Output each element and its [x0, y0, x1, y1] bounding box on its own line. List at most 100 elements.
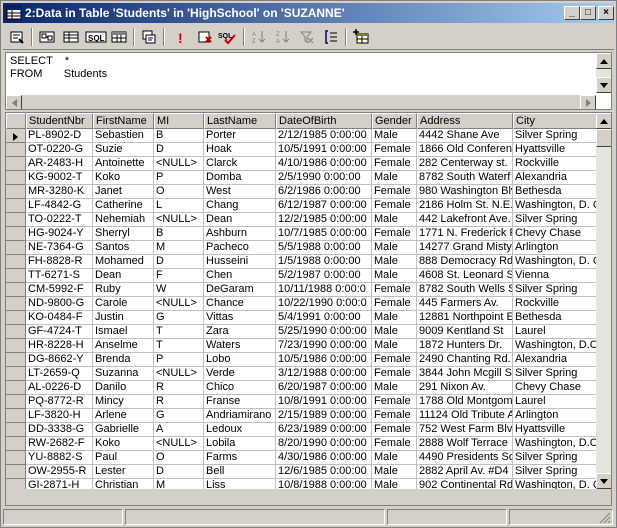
grid-cell-firstname[interactable]: Santos — [93, 241, 154, 255]
table-row[interactable]: OT-0220-G Suzie D Hoak 10/5/1991 0:00:00 Fema… — [6, 143, 597, 157]
grid-cell-gender[interactable]: Female — [372, 157, 417, 171]
grid-cell-firstname[interactable]: Mohamed — [93, 255, 154, 269]
grid-cell-city[interactable]: Rockville — [513, 157, 597, 171]
grid-cell-firstname[interactable]: Nehemiah — [93, 213, 154, 227]
grid-cell-address[interactable]: 14277 Grand Misty — [417, 241, 513, 255]
grid-cell-firstname[interactable]: Justin — [93, 311, 154, 325]
grid-cell-address[interactable]: 4442 Shane Ave — [417, 129, 513, 143]
grid-cell-studentnbr[interactable]: OW-2955-R — [26, 465, 93, 479]
properties-icon[interactable] — [7, 27, 27, 47]
grid-cell-lastname[interactable]: Lobila — [204, 437, 276, 451]
grid-cell-gender[interactable]: Male — [372, 213, 417, 227]
scroll-down-arrow-icon[interactable] — [596, 77, 611, 93]
grid-cell-studentnbr[interactable]: HG-9024-Y — [26, 227, 93, 241]
grid-cell-dateofbirth[interactable]: 12/2/1985 0:00:00 — [276, 213, 372, 227]
grid-cell-studentnbr[interactable]: ND-9800-G — [26, 297, 93, 311]
grid-cell-firstname[interactable]: Gabrielle — [93, 423, 154, 437]
grid-cell-city[interactable]: Silver Spring — [513, 283, 597, 297]
row-selector[interactable] — [6, 395, 26, 409]
sort-descending-icon[interactable]: ZA — [273, 27, 293, 47]
grid-cell-lastname[interactable]: Porter — [204, 129, 276, 143]
grid-cell-studentnbr[interactable]: CM-5992-F — [26, 283, 93, 297]
grid-cell-dateofbirth[interactable]: 7/23/1990 0:00:00 — [276, 339, 372, 353]
grid-cell-city[interactable]: Chevy Chase — [513, 227, 597, 241]
run-icon[interactable]: ! — [171, 27, 191, 47]
grid-cell-lastname[interactable]: DeGaram — [204, 283, 276, 297]
table-row[interactable]: CM-5992-F Ruby W DeGaram 10/11/1988 0:00:0 Fe… — [6, 283, 597, 297]
add-table-icon[interactable] — [351, 27, 371, 47]
row-selector[interactable] — [6, 269, 26, 283]
verify-sql-icon[interactable]: SQL — [217, 27, 239, 47]
grid-cell-gender[interactable]: Male — [372, 325, 417, 339]
show-results-pane-icon[interactable] — [109, 27, 129, 47]
row-selector[interactable] — [6, 129, 26, 143]
grid-cell-gender[interactable]: Female — [372, 185, 417, 199]
table-row[interactable]: HG-9024-Y Sherryl B Ashburn 10/7/1985 0:00:0… — [6, 227, 597, 241]
grid-cell-gender[interactable]: Male — [372, 255, 417, 269]
row-selector[interactable] — [6, 451, 26, 465]
grid-cell-firstname[interactable]: Arlene — [93, 409, 154, 423]
grid-cell-firstname[interactable]: Antoinette — [93, 157, 154, 171]
grid-cell-gender[interactable]: Male — [372, 451, 417, 465]
grid-cell-city[interactable]: Silver Spring — [513, 451, 597, 465]
row-selector[interactable] — [6, 213, 26, 227]
grid-cell-dateofbirth[interactable]: 6/2/1986 0:00:00 — [276, 185, 372, 199]
grid-cell-lastname[interactable]: Pacheco — [204, 241, 276, 255]
grid-cell-city[interactable]: Bethesda — [513, 185, 597, 199]
grid-cell-city[interactable]: Washington, D.C — [513, 437, 597, 451]
grid-cell-studentnbr[interactable]: KG-9002-T — [26, 171, 93, 185]
grid-cell-dateofbirth[interactable]: 2/15/1989 0:00:00 — [276, 409, 372, 423]
grid-cell-lastname[interactable]: Franse — [204, 395, 276, 409]
grid-cell-dateofbirth[interactable]: 1/5/1988 0:00:00 — [276, 255, 372, 269]
resize-grip-icon[interactable] — [599, 512, 611, 527]
column-header-gender[interactable]: Gender — [372, 113, 417, 129]
grid-cell-mi[interactable]: W — [154, 283, 204, 297]
grid-cell-address[interactable]: 4608 St. Leonard S — [417, 269, 513, 283]
grid-cell-gender[interactable]: Male — [372, 465, 417, 479]
grid-cell-mi[interactable]: R — [154, 381, 204, 395]
table-row[interactable]: TO-0222-T Nehemiah <NULL> Dean 12/2/1985 0:0… — [6, 213, 597, 227]
grid-cell-gender[interactable]: Male — [372, 381, 417, 395]
grid-cell-studentnbr[interactable]: RW-2682-F — [26, 437, 93, 451]
grid-cell-city[interactable]: Alexandria — [513, 353, 597, 367]
grid-cell-firstname[interactable]: Brenda — [93, 353, 154, 367]
row-selector[interactable] — [6, 409, 26, 423]
grid-cell-gender[interactable]: Female — [372, 437, 417, 451]
scroll-thumb[interactable] — [596, 129, 611, 147]
grid-cell-city[interactable]: Arlington — [513, 409, 597, 423]
table-row[interactable]: DG-8662-Y Brenda P Lobo 10/5/1986 0:00:00 Fem… — [6, 353, 597, 367]
grid-cell-city[interactable]: Silver Spring — [513, 213, 597, 227]
grid-cell-mi[interactable]: B — [154, 129, 204, 143]
grid-cell-studentnbr[interactable]: OT-0220-G — [26, 143, 93, 157]
grid-cell-address[interactable]: 442 Lakefront Ave. — [417, 213, 513, 227]
grid-cell-studentnbr[interactable]: PQ-8772-R — [26, 395, 93, 409]
grid-cell-dateofbirth[interactable]: 6/12/1987 0:00:00 — [276, 199, 372, 213]
minimize-button[interactable]: _ — [564, 6, 580, 20]
grid-cell-dateofbirth[interactable]: 6/23/1989 0:00:00 — [276, 423, 372, 437]
grid-cell-lastname[interactable]: Husseini — [204, 255, 276, 269]
grid-cell-firstname[interactable]: Catherine — [93, 199, 154, 213]
grid-cell-firstname[interactable]: Janet — [93, 185, 154, 199]
row-selector[interactable] — [6, 157, 26, 171]
row-selector[interactable] — [6, 283, 26, 297]
grid-cell-address[interactable]: 11124 Old Tribute A — [417, 409, 513, 423]
table-row[interactable]: ND-9800-G Carole <NULL> Chance 10/22/1990 0:… — [6, 297, 597, 311]
grid-cell-lastname[interactable]: Chance — [204, 297, 276, 311]
grid-cell-address[interactable]: 8782 South Wells S — [417, 283, 513, 297]
grid-cell-dateofbirth[interactable]: 10/22/1990 0:00:0 — [276, 297, 372, 311]
grid-cell-lastname[interactable]: Farms — [204, 451, 276, 465]
table-row[interactable]: PL-8902-D Sebastien B Porter 2/12/1985 0:00:… — [6, 129, 597, 143]
grid-cell-gender[interactable]: Male — [372, 269, 417, 283]
sql-pane[interactable]: SELECT * FROM Students — [5, 52, 612, 110]
grid-cell-firstname[interactable]: Koko — [93, 437, 154, 451]
grid-cell-mi[interactable]: <NULL> — [154, 157, 204, 171]
row-selector[interactable] — [6, 297, 26, 311]
grid-cell-gender[interactable]: Female — [372, 297, 417, 311]
remove-filter-icon[interactable] — [297, 27, 317, 47]
grid-cell-address[interactable]: 9009 Kentland St — [417, 325, 513, 339]
grid-cell-mi[interactable]: G — [154, 409, 204, 423]
grid-cell-dateofbirth[interactable]: 10/7/1985 0:00:00 — [276, 227, 372, 241]
grid-cell-lastname[interactable]: Chico — [204, 381, 276, 395]
grid-cell-firstname[interactable]: Ismael — [93, 325, 154, 339]
grid-cell-lastname[interactable]: West — [204, 185, 276, 199]
